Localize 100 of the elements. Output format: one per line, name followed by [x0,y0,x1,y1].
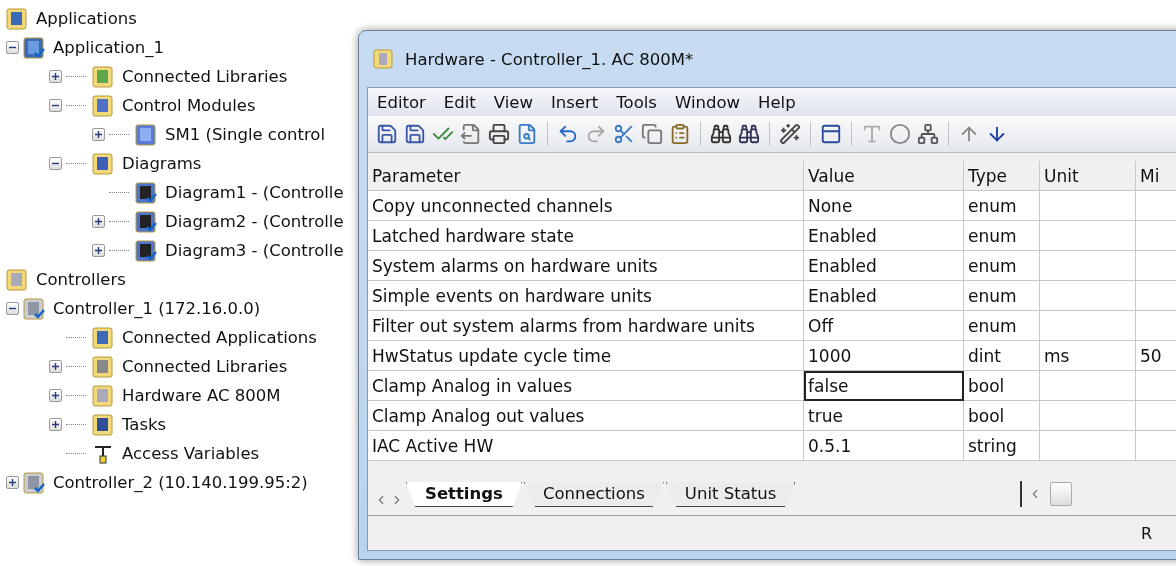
panel-icon[interactable] [820,123,842,145]
expand-button[interactable] [49,418,62,431]
expand-button[interactable] [49,70,62,83]
collapse-button[interactable] [49,157,62,170]
window-app-icon [373,49,393,69]
tree-item[interactable]: Diagram2 - (Controlle [165,212,344,231]
wand-icon[interactable] [779,123,801,145]
plus-icon [94,217,103,226]
table-cell: System alarms on hardware units [368,251,804,281]
folder-icon [92,94,114,117]
table-cell: 0.5.1 [804,431,964,461]
menu-item[interactable]: Window [665,92,749,112]
print-icon[interactable] [488,123,510,145]
table-cell: 1000 [804,341,964,371]
save-icon[interactable] [376,123,398,145]
table-cell: enum [964,191,1040,221]
plus-icon [8,478,17,487]
expand-button[interactable] [49,360,62,373]
menu-item[interactable]: Edit [434,92,485,112]
table-cell: Enabled [804,281,964,311]
table-cell: enum [964,251,1040,281]
diagram-icon [135,210,157,233]
expand-button[interactable] [92,244,105,257]
folder-icon [92,65,114,88]
folder-icon [92,355,114,378]
table-cell: Simple events on hardware units [368,281,804,311]
column-header: Type [964,161,1040,191]
tree-item[interactable]: SM1 (Single control [165,125,326,144]
folder-icon [92,413,114,436]
find-icon[interactable] [710,123,732,145]
export-icon[interactable] [460,123,482,145]
table-cell: Latched hardware state [368,221,804,251]
controller-icon [23,471,45,494]
menu-item[interactable]: Tools [607,92,666,112]
column-header: Value [804,161,964,191]
table-cell: dint [964,341,1040,371]
expand-button[interactable] [92,215,105,228]
expand-button[interactable] [92,128,105,141]
column-header: Unit [1040,161,1136,191]
tree-item[interactable]: Hardware AC 800M [122,386,281,405]
find-icon[interactable] [738,123,760,145]
tree-item[interactable]: Control Modules [122,96,256,115]
tab[interactable]: Connections [523,482,664,507]
collapse-button[interactable] [49,99,62,112]
table-cell: HwStatus update cycle time [368,341,804,371]
tree-item[interactable]: Diagram3 - (Controlle [165,241,344,260]
table-cell: enum [964,221,1040,251]
collapse-button[interactable] [6,41,19,54]
collapse-button[interactable] [6,302,19,315]
tree-item[interactable]: Controller_1 (172.16.0.0) [53,299,261,318]
column-header: Mi [1136,161,1176,191]
plus-icon [51,362,60,371]
table-cell: IAC Active HW [368,431,804,461]
preview-icon[interactable] [516,123,538,145]
table-cell: Enabled [804,251,964,281]
column-header: Parameter [368,161,804,191]
save-icon[interactable] [404,123,426,145]
tree-item[interactable]: Connected Libraries [122,357,288,376]
plus-icon [51,391,60,400]
folder-icon [92,152,114,175]
undo-icon[interactable] [557,123,579,145]
plus-icon [94,246,103,255]
table-cell: Clamp Analog in values [368,371,804,401]
tree-item[interactable]: Connected Applications [122,328,317,347]
table-cell: Filter out system alarms from hardware units [368,311,804,341]
menu-item[interactable]: Editor [368,92,435,112]
tree-item[interactable]: Applications [36,9,137,28]
tree-item[interactable]: Connected Libraries [122,67,288,86]
menu-item[interactable]: View [484,92,542,112]
module-icon [135,123,157,146]
table-cell: Enabled [804,221,964,251]
scrollbar-thumb[interactable] [1050,482,1072,506]
controller-icon [23,297,45,320]
tree-item[interactable]: Controllers [36,270,126,289]
table-cell: Clamp Analog out values [368,401,804,431]
plus-icon [94,130,103,139]
tree-item[interactable]: Diagrams [122,154,202,173]
table-cell: enum [964,281,1040,311]
tree-item[interactable]: Tasks [122,415,167,434]
tree-item[interactable]: Application_1 [53,38,164,57]
plus-icon [51,72,60,81]
expand-button[interactable] [6,476,19,489]
tree-structure-icon[interactable] [917,123,939,145]
copy-icon[interactable] [641,123,663,145]
cut-icon[interactable] [613,123,635,145]
diagram-icon [135,181,157,204]
tree-item[interactable]: Access Variables [122,444,260,463]
tab[interactable]: Unit Status [665,482,796,507]
table-cell: ms [1040,341,1136,371]
status-text: R [1140,523,1152,543]
menu-item[interactable]: Insert [541,92,608,112]
table-cell: bool [964,371,1040,401]
tree-item[interactable]: Controller_2 (10.140.199.95:2) [53,473,308,492]
folder-icon [92,326,114,349]
oval-icon[interactable] [889,123,911,145]
tree-item[interactable]: Diagram1 - (Controlle [165,183,344,202]
tab[interactable]: Settings [406,482,522,507]
menu-item[interactable]: Help [749,92,805,112]
paste-icon[interactable] [669,123,691,145]
expand-button[interactable] [49,389,62,402]
